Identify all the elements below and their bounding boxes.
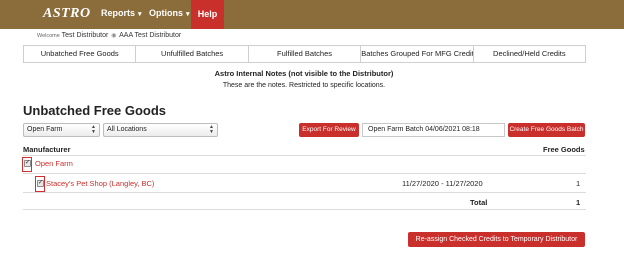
page-title: Unbatched Free Goods <box>23 103 167 118</box>
up-down-arrows-icon: ▲ ▼ <box>91 124 96 135</box>
welcome-location: AAA Test Distributor <box>119 32 182 39</box>
check-icon: ✓ <box>38 180 44 186</box>
caret-down-icon: ▾ <box>186 11 190 18</box>
tab-unbatched-free-goods[interactable]: Unbatched Free Goods <box>23 45 137 63</box>
group-checkbox[interactable]: ✓ <box>24 160 31 167</box>
create-free-goods-batch-button[interactable]: Create Free Goods Batch <box>508 123 585 137</box>
up-down-arrows-icon: ▲ ▼ <box>209 124 214 135</box>
internal-notes-title: Astro Internal Notes (not visible to the… <box>214 69 394 78</box>
reassign-credits-button[interactable]: Re-assign Checked Credits to Temporary D… <box>408 232 585 247</box>
top-navbar: ASTRO Reports ▾ Options ▾ Help <box>0 0 624 29</box>
divider <box>23 173 586 174</box>
check-icon: ✓ <box>25 160 31 166</box>
total-value: 1 <box>576 198 581 207</box>
astro-logo[interactable]: ASTRO <box>43 6 91 22</box>
welcome-prefix: Welcome <box>37 33 60 39</box>
location-select-value: All Locations <box>107 126 147 133</box>
internal-notes-text: These are the notes. Restricted to speci… <box>222 82 386 89</box>
menu-options[interactable]: Options ▾ <box>149 8 190 18</box>
manufacturer-select[interactable]: Open Farm ▲ ▼ <box>23 123 100 137</box>
location-pin-icon: ◉ <box>111 33 117 39</box>
manufacturer-select-value: Open Farm <box>27 126 63 133</box>
tab-fulfilled-batches[interactable]: Fulfilled Batches <box>248 45 362 63</box>
batch-name-input[interactable]: Open Farm Batch 04/06/2021 08:18 <box>362 123 505 137</box>
menu-options-label: Options <box>149 8 183 18</box>
welcome-user: Test Distributor <box>61 32 109 39</box>
date-range: 11/27/2020 - 11/27/2020 <box>402 179 483 188</box>
manufacturer-group-link[interactable]: Open Farm <box>35 159 73 168</box>
help-button[interactable]: Help <box>191 0 224 29</box>
row-checkbox[interactable]: ✓ <box>37 180 44 187</box>
location-link[interactable]: Stacey's Pet Shop (Langley, BC) <box>46 179 154 188</box>
tab-batches-grouped-mfg-credit[interactable]: Batches Grouped For MFG Credit <box>361 45 474 63</box>
menu-reports-label: Reports <box>101 8 136 18</box>
total-label: Total <box>470 198 488 207</box>
tab-unfulfilled-batches[interactable]: Unfulfilled Batches <box>136 45 249 63</box>
divider <box>23 155 586 156</box>
welcome-line: Welcome Test Distributor ◉ AAA Test Dist… <box>37 32 181 39</box>
free-goods-count: 1 <box>576 179 581 188</box>
tab-declined-held-credits[interactable]: Declined/Held Credits <box>473 45 587 63</box>
export-for-review-button[interactable]: Export For Review <box>299 123 359 137</box>
tab-bar: Unbatched Free Goods Unfulfilled Batches… <box>23 45 587 63</box>
divider <box>23 209 586 210</box>
caret-down-icon: ▾ <box>138 11 142 18</box>
divider <box>23 192 586 193</box>
menu-reports[interactable]: Reports ▾ <box>101 8 142 18</box>
column-header-free-goods: Free Goods <box>543 145 585 154</box>
location-select[interactable]: All Locations ▲ ▼ <box>103 123 218 137</box>
column-header-manufacturer: Manufacturer <box>23 145 71 154</box>
